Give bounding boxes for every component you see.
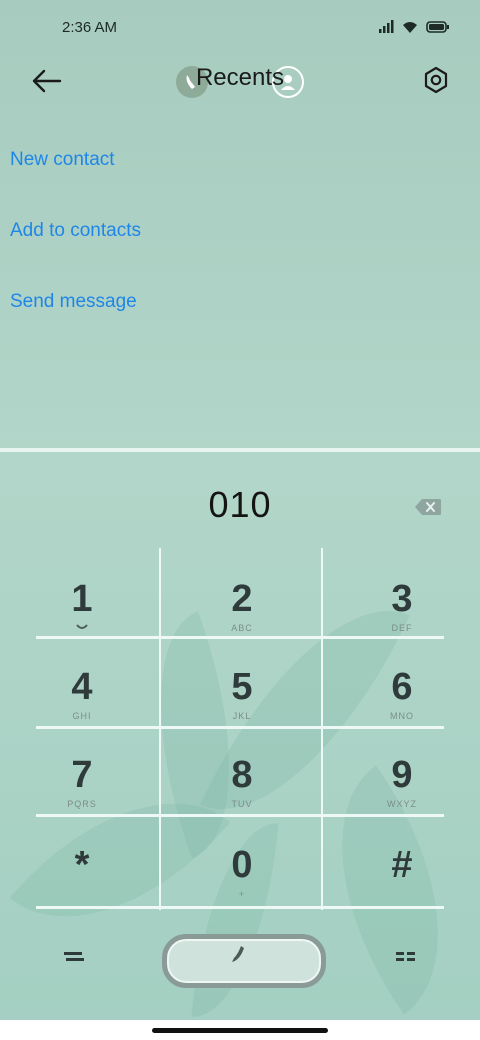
signal-icon: [379, 20, 394, 33]
key-digit: #: [391, 844, 413, 886]
settings-gear-icon[interactable]: [422, 66, 450, 94]
home-gesture-handle[interactable]: [152, 1028, 328, 1033]
key-2[interactable]: 2 ABC: [162, 548, 322, 636]
voicemail-icon: [2, 623, 162, 635]
header-title-area: Recents: [0, 64, 480, 98]
key-6[interactable]: 6 MNO: [322, 636, 480, 724]
key-digit: 5: [231, 666, 253, 708]
dual-sim-icon[interactable]: [394, 950, 418, 962]
key-hash[interactable]: #: [322, 814, 480, 902]
new-contact-link[interactable]: New contact: [10, 149, 115, 171]
key-letters: DEF: [391, 623, 413, 633]
key-digit: 3: [391, 578, 413, 620]
key-letters: TUV: [231, 799, 253, 809]
keypad-divider: [36, 906, 444, 909]
dialed-number: 010: [208, 484, 272, 525]
key-digit: 4: [71, 666, 93, 708]
key-3[interactable]: 3 DEF: [322, 548, 480, 636]
key-digit: 6: [391, 666, 413, 708]
status-bar: 2:36 AM: [0, 0, 480, 56]
key-letters: PQRS: [67, 799, 97, 809]
key-9[interactable]: 9 WXYZ: [322, 724, 480, 812]
key-digit: *: [74, 844, 90, 886]
key-4[interactable]: 4 GHI: [2, 636, 162, 724]
key-letters: GHI: [72, 711, 92, 721]
key-8[interactable]: 8 TUV: [162, 724, 322, 812]
key-letters: JKL: [232, 711, 252, 721]
backspace-icon[interactable]: [414, 498, 442, 516]
send-message-link[interactable]: Send message: [10, 291, 137, 313]
key-digit: 9: [391, 754, 413, 796]
key-digit: 1: [71, 578, 93, 620]
key-digit: 0: [231, 844, 253, 886]
key-digit: 8: [231, 754, 253, 796]
key-digit: 2: [231, 578, 253, 620]
call-button[interactable]: [162, 934, 326, 988]
hide-dialpad-icon[interactable]: [62, 950, 86, 962]
top-bar: Recents: [0, 56, 480, 108]
status-time: 2:36 AM: [62, 19, 118, 36]
key-7[interactable]: 7 PQRS: [2, 724, 162, 812]
key-letters: WXYZ: [387, 799, 417, 809]
wifi-icon: [403, 21, 417, 33]
key-letters: ABC: [231, 623, 253, 633]
phone-call-icon: [232, 946, 244, 962]
key-1[interactable]: 1: [2, 548, 162, 636]
page-title: Recents: [195, 64, 285, 91]
add-to-contacts-link[interactable]: Add to contacts: [10, 220, 141, 242]
key-0[interactable]: 0 +: [162, 814, 322, 902]
battery-icon: [426, 21, 449, 33]
key-5[interactable]: 5 JKL: [162, 636, 322, 724]
status-icons: [378, 20, 450, 34]
key-letters: +: [238, 889, 246, 899]
key-star[interactable]: *: [2, 814, 162, 902]
key-digit: 7: [71, 754, 93, 796]
navigation-bar: [0, 1020, 480, 1040]
dialpad-top-divider: [0, 448, 480, 452]
key-letters: MNO: [390, 711, 414, 721]
